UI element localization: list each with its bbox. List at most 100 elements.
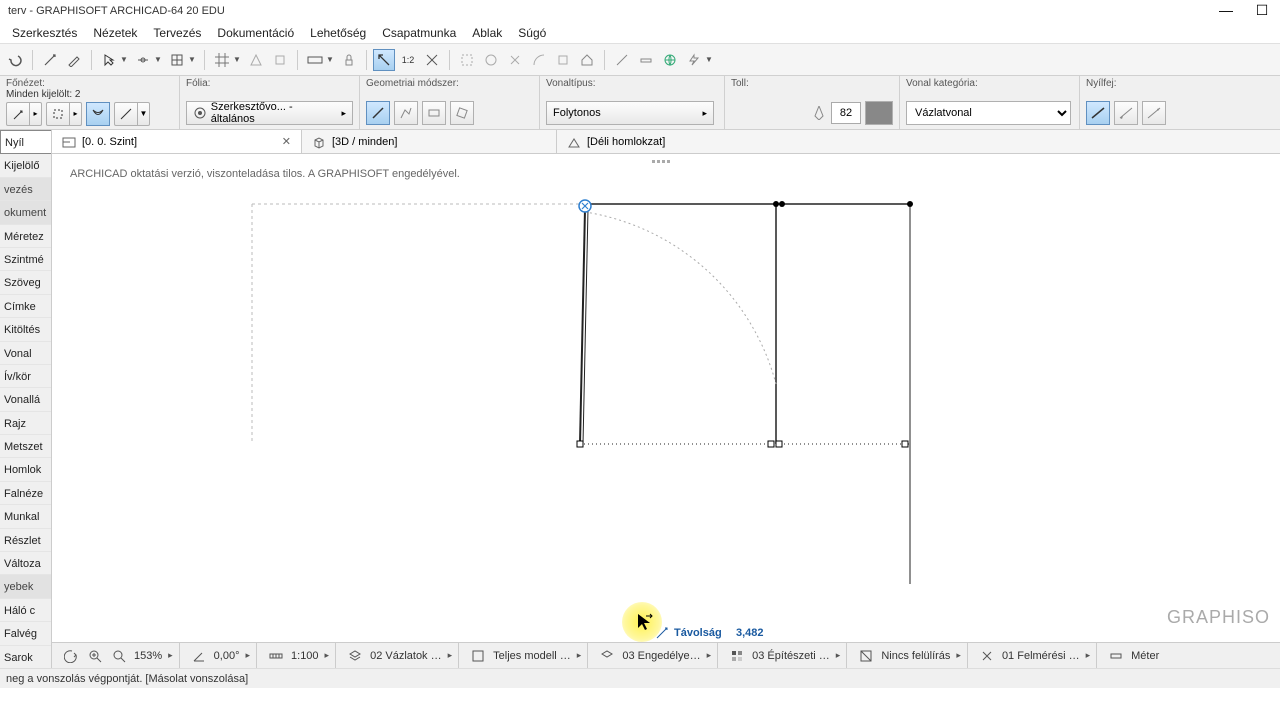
globe-button[interactable] <box>659 49 681 71</box>
sidebar-section-vezes[interactable]: vezés <box>0 178 51 201</box>
zoom-dropdown[interactable]: ▸ <box>168 650 173 661</box>
vonaltipus-select[interactable]: Folytonos ▸ <box>546 101 714 125</box>
tab-label-2: [Déli homlokzat] <box>587 136 665 148</box>
nyilfej-start[interactable] <box>1114 101 1138 125</box>
tab-0-szint[interactable]: [0. 0. Szint] ✕ <box>52 130 302 153</box>
folia-select[interactable]: Szerkesztővo... - általános ▸ <box>186 101 353 125</box>
nyilfej-none[interactable] <box>1086 101 1110 125</box>
grid-mode-dropdown[interactable]: ▼ <box>166 49 198 71</box>
angle-dropdown[interactable]: ▸ <box>245 650 250 661</box>
canvas[interactable]: ARCHICAD oktatási verzió, viszonteladása… <box>52 154 1280 642</box>
sidebar-item-falneze[interactable]: Falnéze <box>0 482 51 505</box>
fonezet-btn-2[interactable]: ▸ <box>46 102 82 126</box>
tab-homlokzat[interactable]: [Déli homlokzat] <box>557 130 1280 153</box>
toggle-1-button[interactable] <box>245 49 267 71</box>
marquee-1-button[interactable] <box>456 49 478 71</box>
menu-dokumentacio[interactable]: Dokumentáció <box>209 24 302 42</box>
geom-poly[interactable] <box>394 101 418 125</box>
menu-nezetek[interactable]: Nézetek <box>85 24 145 42</box>
sidebar-item-ivkor[interactable]: Ív/kör <box>0 365 51 388</box>
break-button[interactable] <box>421 49 443 71</box>
sidebar-item-szintme[interactable]: Szintmé <box>0 248 51 271</box>
sidebar-item-falveg[interactable]: Falvég <box>0 622 51 645</box>
zoom-100-button[interactable] <box>110 647 128 665</box>
menu-tervezes[interactable]: Tervezés <box>145 24 209 42</box>
sidebar-item-munkal[interactable]: Munkal <box>0 505 51 528</box>
wall-dropdown[interactable]: ▼ <box>304 49 336 71</box>
arc-button[interactable] <box>528 49 550 71</box>
menu-lehetoseg[interactable]: Lehetőség <box>302 24 374 42</box>
door-button[interactable] <box>552 49 574 71</box>
sidebar-section-okument[interactable]: okument <box>0 201 51 224</box>
sidebar-section-yebek[interactable]: yebek <box>0 575 51 598</box>
elevation-icon <box>567 135 581 149</box>
folia-value: Szerkesztővo... - általános <box>211 101 338 125</box>
home-button[interactable] <box>576 49 598 71</box>
sidebar-item-valtoza[interactable]: Változa <box>0 552 51 575</box>
maximize-button[interactable]: ☐ <box>1252 0 1272 20</box>
marquee-2-button[interactable] <box>480 49 502 71</box>
snap-mode-dropdown[interactable]: ▼ <box>132 49 164 71</box>
lock-button[interactable] <box>338 49 360 71</box>
sidebar-item-szoveg[interactable]: Szöveg <box>0 271 51 294</box>
geom-rotrect[interactable] <box>450 101 474 125</box>
resize-handle-top[interactable] <box>651 154 681 158</box>
menubar: Szerkesztés Nézetek Tervezés Dokumentáci… <box>0 22 1280 44</box>
sidebar-item-kitoltes[interactable]: Kitöltés <box>0 318 51 341</box>
toll-color[interactable] <box>865 101 893 125</box>
undo-button[interactable] <box>4 49 26 71</box>
measure-1-button[interactable] <box>611 49 633 71</box>
toll-input[interactable] <box>831 102 861 124</box>
grid-snap-dropdown[interactable]: ▼ <box>211 49 243 71</box>
coord-button[interactable]: 1:2 <box>397 49 419 71</box>
toolbar-main: ▼ ▼ ▼ ▼ ▼ 1:2 ▼ <box>0 44 1280 76</box>
sidebar-item-cimke[interactable]: Címke <box>0 295 51 318</box>
sidebar-item-vonalla[interactable]: Vonallá <box>0 388 51 411</box>
menu-csapatmunka[interactable]: Csapatmunka <box>374 24 464 42</box>
vonal-kat-select[interactable]: Vázlatvonal <box>906 101 1071 125</box>
trim-button[interactable] <box>504 49 526 71</box>
zoom-fit-button[interactable] <box>86 647 104 665</box>
layer-icon <box>598 647 616 665</box>
fonezet-btn-1[interactable]: ▸ <box>6 102 42 126</box>
sidebar-item-halo[interactable]: Háló c <box>0 599 51 622</box>
sidebar-item-homlok[interactable]: Homlok <box>0 458 51 481</box>
sb-item-1[interactable]: Teljes modell … <box>493 650 571 662</box>
toll-pen-icon <box>811 101 827 125</box>
scale-dropdown[interactable]: ▸ <box>325 650 330 661</box>
nyilfej-end[interactable] <box>1142 101 1166 125</box>
toggle-2-button[interactable] <box>269 49 291 71</box>
zoom-prev-button[interactable] <box>62 647 80 665</box>
pencil-button[interactable] <box>63 49 85 71</box>
measure-2-button[interactable] <box>635 49 657 71</box>
sidebar-item-meretez[interactable]: Méretez <box>0 225 51 248</box>
unit-value[interactable]: Méter <box>1131 650 1159 662</box>
sidebar-item-nyil[interactable]: Nyíl <box>0 130 51 154</box>
sidebar-item-sarok[interactable]: Sarok <box>0 646 51 668</box>
dimension-button[interactable] <box>373 49 395 71</box>
sidebar-item-reszlet[interactable]: Részlet <box>0 529 51 552</box>
sb-item-0[interactable]: 02 Vázlatok … <box>370 650 442 662</box>
menu-ablak[interactable]: Ablak <box>464 24 510 42</box>
sidebar-item-kijelolo[interactable]: Kijelölő <box>0 154 51 177</box>
pick-button[interactable] <box>39 49 61 71</box>
geom-rect[interactable] <box>422 101 446 125</box>
menu-szerkesztes[interactable]: Szerkesztés <box>4 24 85 42</box>
minimize-button[interactable]: — <box>1216 0 1236 20</box>
tab-close-0[interactable]: ✕ <box>282 135 291 148</box>
energy-dropdown[interactable]: ▼ <box>683 49 715 71</box>
sidebar-item-metszet[interactable]: Metszet <box>0 435 51 458</box>
sb-item-2[interactable]: 03 Engedélye… <box>622 650 700 662</box>
sb-item-3[interactable]: 03 Építészeti … <box>752 650 830 662</box>
sb-item-5[interactable]: 01 Felmérési … <box>1002 650 1080 662</box>
sidebar-item-rajz[interactable]: Rajz <box>0 412 51 435</box>
cursor-mode-dropdown[interactable]: ▼ <box>98 49 130 71</box>
fonezet-btn-4[interactable]: ▼ <box>114 102 150 126</box>
menu-sugo[interactable]: Súgó <box>510 24 554 42</box>
sidebar-item-vonal[interactable]: Vonal <box>0 342 51 365</box>
tab-3d[interactable]: [3D / minden] <box>302 130 557 153</box>
sb-item-4[interactable]: Nincs felülírás <box>881 650 950 662</box>
fonezet-btn-3[interactable] <box>86 102 110 126</box>
info-fonezet-sub: Minden kijelölt: 2 <box>6 89 173 100</box>
geom-line[interactable] <box>366 101 390 125</box>
